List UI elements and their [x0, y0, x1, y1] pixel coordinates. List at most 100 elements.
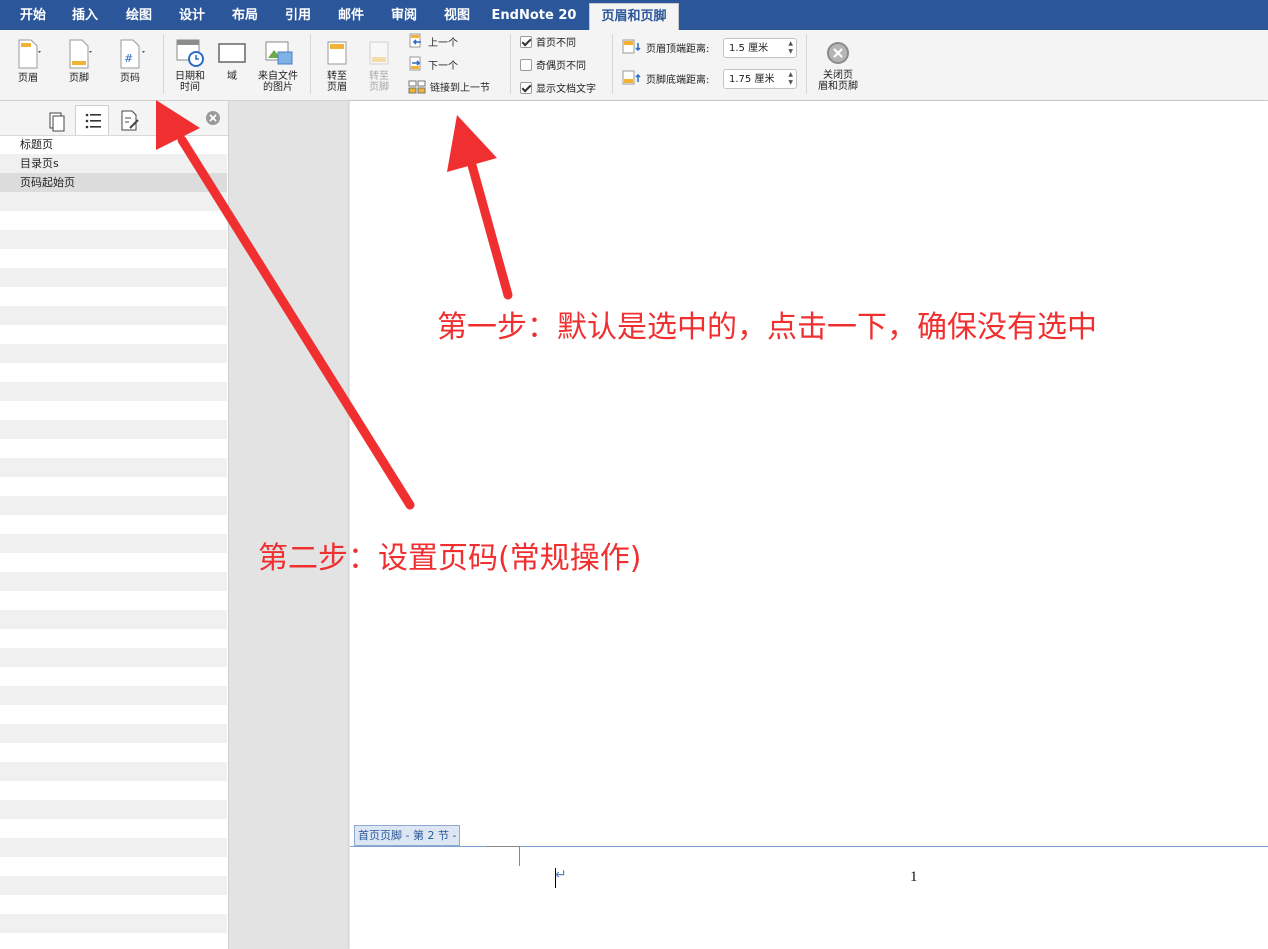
footer-page-number[interactable]: 1: [910, 869, 918, 886]
header-icon: [18, 39, 41, 69]
link-to-previous-label: 链接到上一节: [430, 83, 490, 94]
calendar-clock-icon: [176, 39, 204, 67]
nav-pane-stripe: [0, 192, 227, 211]
header-distance-icon: [622, 39, 641, 54]
picture-from-file-button[interactable]: 来自文件 的图片: [254, 38, 302, 93]
pages-icon: [49, 112, 65, 132]
close-icon: [827, 42, 849, 64]
nav-item-title-page[interactable]: 标题页: [0, 135, 227, 154]
tab-home[interactable]: 开始: [8, 0, 58, 30]
tab-review[interactable]: 审阅: [379, 0, 429, 30]
paragraph-mark-icon: ↵: [555, 867, 567, 883]
ribbon-separator: [806, 34, 807, 94]
link-to-previous-button[interactable]: 链接到上一节: [408, 79, 490, 94]
footer-label: 页脚: [69, 73, 89, 84]
ribbon-separator: [163, 34, 164, 94]
header-from-top-input[interactable]: 1.5 厘米 ▲ ▼: [723, 38, 797, 58]
nav-pane-stripe: [0, 838, 227, 857]
annotation-step-2: 第二步：设置页码(常规操作): [258, 541, 642, 576]
date-time-button[interactable]: 日期和 时间: [170, 38, 210, 93]
nav-item-label: 目录页s: [20, 157, 59, 170]
nav-pane-stripe: [0, 268, 227, 287]
next-button[interactable]: 下一个: [408, 56, 458, 72]
navigation-pane-toolbar: [0, 101, 228, 136]
footer-from-bottom-value: 1.75 厘米: [729, 74, 775, 85]
list-icon: [85, 113, 101, 129]
nav-pane-stripe: [0, 230, 227, 249]
header-from-top-value: 1.5 厘米: [729, 43, 769, 54]
previous-button[interactable]: 上一个: [408, 33, 458, 49]
picture-icon: [265, 41, 293, 65]
first-page-footer-tag: 首页页脚 - 第 2 节 -: [354, 825, 461, 846]
stepper-arrows-icon[interactable]: ▲ ▼: [788, 40, 793, 56]
margin-corner-mark: [519, 846, 520, 866]
goto-header-label: 转至 页眉: [327, 71, 347, 93]
nav-pane-stripe: [0, 458, 227, 477]
tab-insert[interactable]: 插入: [60, 0, 110, 30]
different-odd-even-label: 奇偶页不同: [536, 61, 586, 72]
different-first-page-checkbox[interactable]: 首页不同: [520, 34, 576, 49]
close-header-footer-button[interactable]: 关闭页 眉和页脚: [812, 39, 864, 92]
header-label: 页眉: [18, 73, 38, 84]
nav-pane-stripe: [0, 496, 227, 515]
show-document-text-label: 显示文档文字: [536, 84, 596, 95]
tab-view[interactable]: 视图: [432, 0, 482, 30]
tab-endnote[interactable]: EndNote 20: [490, 0, 578, 30]
field-button[interactable]: 域: [215, 38, 249, 82]
nav-pane-stripe: [0, 382, 227, 401]
nav-item-page-number-start[interactable]: 页码起始页: [0, 173, 227, 192]
edit-document-icon: [121, 110, 139, 131]
nav-pane-stripe: [0, 876, 227, 895]
nav-pane-stripe: [0, 344, 227, 363]
footer-from-bottom-input[interactable]: 1.75 厘米 ▲ ▼: [723, 69, 797, 89]
footer-distance-icon: [622, 70, 641, 85]
close-header-footer-label: 关闭页 眉和页脚: [818, 70, 858, 92]
document-canvas-margin: [229, 101, 349, 949]
footer-from-bottom-row: 页脚底端距离:: [622, 70, 709, 86]
checkbox-checked[interactable]: [520, 35, 532, 48]
goto-footer-icon: [369, 41, 389, 65]
svg-text:#: #: [124, 52, 133, 65]
goto-footer-button[interactable]: 转至 页脚: [360, 38, 398, 93]
nav-item-toc-page[interactable]: 目录页s: [0, 154, 227, 173]
footer-from-bottom-label: 页脚底端距离:: [646, 74, 710, 86]
goto-header-icon: [327, 41, 347, 65]
nav-pane-stripe: [0, 762, 227, 781]
checkbox-checked[interactable]: [520, 81, 532, 94]
navigation-pane: 标题页 目录页s 页码起始页: [0, 101, 229, 949]
thumbnails-tab[interactable]: [38, 105, 72, 135]
document-page[interactable]: [350, 101, 1268, 949]
show-document-text-checkbox[interactable]: 显示文档文字: [520, 80, 596, 95]
nav-pane-stripe: [0, 572, 227, 591]
outline-tab[interactable]: [75, 105, 109, 135]
nav-pane-stripe: [0, 724, 227, 743]
field-icon: [218, 43, 246, 63]
nav-item-label: 标题页: [20, 138, 53, 151]
different-odd-even-checkbox[interactable]: 奇偶页不同: [520, 57, 586, 72]
next-label: 下一个: [428, 60, 458, 72]
nav-pane-stripe: [0, 420, 227, 439]
tab-mailings[interactable]: 邮件: [326, 0, 376, 30]
close-pane-icon[interactable]: [205, 110, 221, 126]
tab-design[interactable]: 设计: [167, 0, 217, 30]
footer-button[interactable]: 页脚: [58, 38, 100, 84]
goto-header-button[interactable]: 转至 页眉: [318, 38, 356, 93]
header-button[interactable]: 页眉: [8, 38, 48, 84]
picture-from-file-label: 来自文件 的图片: [258, 71, 298, 93]
header-from-top-label: 页眉顶端距离:: [646, 43, 710, 55]
tab-draw[interactable]: 绘图: [114, 0, 164, 30]
footer-icon: [69, 39, 92, 69]
ribbon: 页眉 页脚 # 页码 日期和 时间 域 来自文件 的图片 转至 页眉 转至 页脚…: [0, 30, 1268, 101]
tab-references[interactable]: 引用: [273, 0, 323, 30]
tab-layout[interactable]: 布局: [220, 0, 270, 30]
margin-corner-mark: [486, 846, 520, 847]
search-icon: [158, 113, 173, 128]
nav-pane-stripe: [0, 686, 227, 705]
reviewing-tab[interactable]: [112, 105, 146, 135]
checkbox-unchecked[interactable]: [520, 58, 532, 71]
page-number-button[interactable]: # 页码: [110, 38, 150, 84]
page-number-icon: #: [120, 39, 145, 69]
search-tab[interactable]: [148, 105, 182, 135]
annotation-step-1: 第一步：默认是选中的，点击一下，确保没有选中: [437, 310, 1097, 345]
stepper-arrows-icon[interactable]: ▲ ▼: [788, 71, 793, 87]
